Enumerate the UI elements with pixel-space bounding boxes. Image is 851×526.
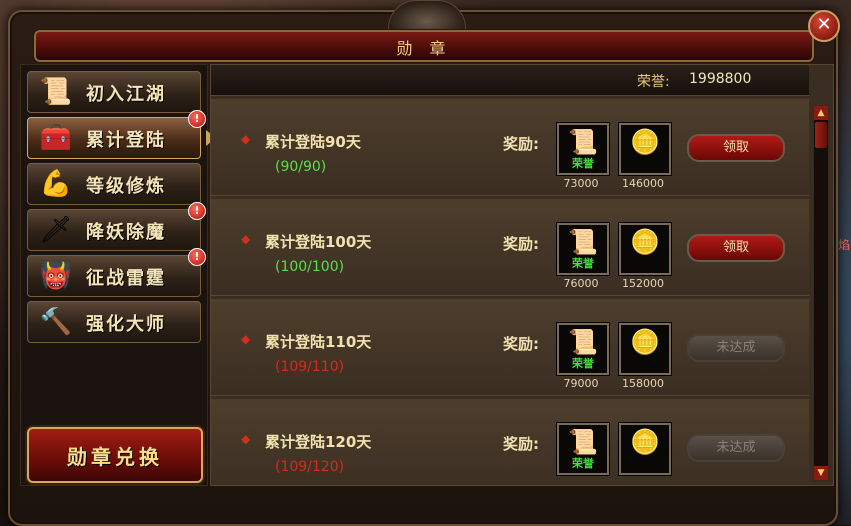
- alert-badge-icon: !: [188, 248, 206, 266]
- list-item: ◆ 累计登陆100天 (100/100) 奖励: 📜 荣誉 76000 🪙 15…: [211, 199, 809, 296]
- sidebar: 📜 初入江湖 🧰 累计登陆 ! 💪 等级修炼 🗡 降妖除魔 ! 👹 征战雷霆 !…: [20, 64, 216, 486]
- reward-quantity: 158000: [622, 377, 664, 390]
- reward-quantity: 73000: [563, 177, 599, 190]
- diamond-bullet-icon: ◆: [241, 432, 251, 446]
- ingot-glyph: 🪙: [630, 228, 660, 256]
- reward-quantity: 79000: [563, 377, 599, 390]
- sidebar-item-demon-slaying[interactable]: 🗡 降妖除魔 !: [27, 202, 206, 251]
- honor-scroll-icon[interactable]: 📜 荣誉: [557, 223, 609, 275]
- alert-badge-icon: !: [188, 202, 206, 220]
- sidebar-item-label: 强化大师: [86, 314, 166, 335]
- treasure-chest-icon: 🧰: [39, 123, 73, 153]
- honor-scroll-icon[interactable]: 📜 荣誉: [557, 423, 609, 475]
- sidebar-item-enhance-master[interactable]: 🔨 强化大师: [27, 301, 201, 343]
- medal-exchange-button[interactable]: 勋章兑换: [27, 427, 203, 483]
- hammer-icon: 🔨: [39, 307, 73, 337]
- reward-label: 奖励:: [503, 235, 539, 253]
- sidebar-item-label: 等级修炼: [86, 176, 166, 197]
- honor-text: 荣誉: [572, 357, 594, 370]
- honor-label: 荣誉:: [637, 74, 670, 90]
- sidebar-item-label: 累计登陆: [86, 130, 166, 151]
- scroll-glyph: 📜: [568, 428, 598, 456]
- gold-ingot-icon[interactable]: 🪙: [619, 323, 671, 375]
- scroll-up-icon[interactable]: ▲: [814, 106, 828, 120]
- honor-scroll-icon[interactable]: 📜 荣誉: [557, 123, 609, 175]
- demon-mask-icon: 👹: [39, 261, 73, 291]
- honor-bar: 荣誉: 1998800: [211, 65, 809, 96]
- honor-text: 荣誉: [572, 257, 594, 270]
- sword-icon: 🗡: [39, 215, 73, 245]
- alert-badge-icon: !: [188, 110, 206, 128]
- reward-label: 奖励:: [503, 435, 539, 453]
- scroll-thumb[interactable]: [815, 122, 827, 148]
- gold-ingot-icon[interactable]: 🪙: [619, 123, 671, 175]
- ingot-glyph: 🪙: [630, 128, 660, 156]
- scroll-glyph: 📜: [568, 328, 598, 356]
- row-progress: (109/120): [275, 459, 345, 475]
- reward-quantity: 76000: [563, 277, 599, 290]
- reward-label: 奖励:: [503, 135, 539, 153]
- window-title: 勋 章: [396, 39, 452, 58]
- ingot-glyph: 🪙: [630, 428, 660, 456]
- row-title: 累计登陆120天: [265, 433, 372, 451]
- claim-button-locked: 未达成: [687, 434, 785, 462]
- list-item: ◆ 累计登陆120天 (109/120) 奖励: 📜 荣誉 🪙 未达成: [211, 399, 809, 485]
- diamond-bullet-icon: ◆: [241, 332, 251, 346]
- warrior-icon: 💪: [39, 169, 73, 199]
- diamond-bullet-icon: ◆: [241, 232, 251, 246]
- sidebar-item-thunder-campaign[interactable]: 👹 征战雷霆 !: [27, 248, 206, 297]
- claim-button-locked: 未达成: [687, 334, 785, 362]
- sidebar-item-label: 初入江湖: [86, 84, 166, 105]
- title-bar: 勋 章: [34, 30, 814, 62]
- honor-scroll-icon[interactable]: 📜 荣誉: [557, 323, 609, 375]
- row-title: 累计登陆110天: [265, 333, 372, 351]
- close-button[interactable]: ✕: [808, 10, 840, 42]
- claim-button[interactable]: 领取: [687, 134, 785, 162]
- row-title: 累计登陆100天: [265, 233, 372, 251]
- honor-text: 荣誉: [572, 157, 594, 170]
- scroll-down-icon[interactable]: ▼: [814, 466, 828, 480]
- list-item: ◆ 累计登陆90天 (90/90) 奖励: 📜 荣誉 73000 🪙 14600…: [211, 99, 809, 196]
- sidebar-item-label: 征战雷霆: [86, 268, 166, 289]
- gold-ingot-icon[interactable]: 🪙: [619, 223, 671, 275]
- reward-quantity: 152000: [622, 277, 664, 290]
- gold-ingot-icon[interactable]: 🪙: [619, 423, 671, 475]
- scroll-glyph: 📜: [568, 228, 598, 256]
- row-progress: (90/90): [275, 159, 327, 175]
- medal-exchange-label: 勋章兑换: [67, 445, 163, 469]
- sidebar-item-label: 降妖除魔: [86, 222, 166, 243]
- content-panel: 荣誉: 1998800 ◆ 累计登陆90天 (90/90) 奖励: 📜 荣誉 7…: [210, 64, 834, 486]
- row-title: 累计登陆90天: [265, 133, 361, 151]
- diamond-bullet-icon: ◆: [241, 132, 251, 146]
- scroll-glyph: 📜: [568, 128, 598, 156]
- sidebar-item-beginner[interactable]: 📜 初入江湖: [27, 71, 201, 113]
- row-progress: (100/100): [275, 259, 345, 275]
- honor-text: 荣誉: [572, 457, 594, 470]
- reward-label: 奖励:: [503, 335, 539, 353]
- list-item: ◆ 累计登陆110天 (109/110) 奖励: 📜 荣誉 79000 🪙 15…: [211, 299, 809, 396]
- scroll-icon: 📜: [39, 77, 73, 107]
- honor-value: 1998800: [689, 71, 752, 87]
- edge-text: 焰: [838, 238, 851, 252]
- claim-button[interactable]: 领取: [687, 234, 785, 262]
- reward-quantity: 146000: [622, 177, 664, 190]
- row-progress: (109/110): [275, 359, 345, 375]
- sidebar-item-level-training[interactable]: 💪 等级修炼: [27, 163, 201, 205]
- sidebar-item-cumulative-login[interactable]: 🧰 累计登陆 !: [27, 110, 216, 159]
- scrollbar[interactable]: ▲ ▼: [813, 105, 829, 481]
- ingot-glyph: 🪙: [630, 328, 660, 356]
